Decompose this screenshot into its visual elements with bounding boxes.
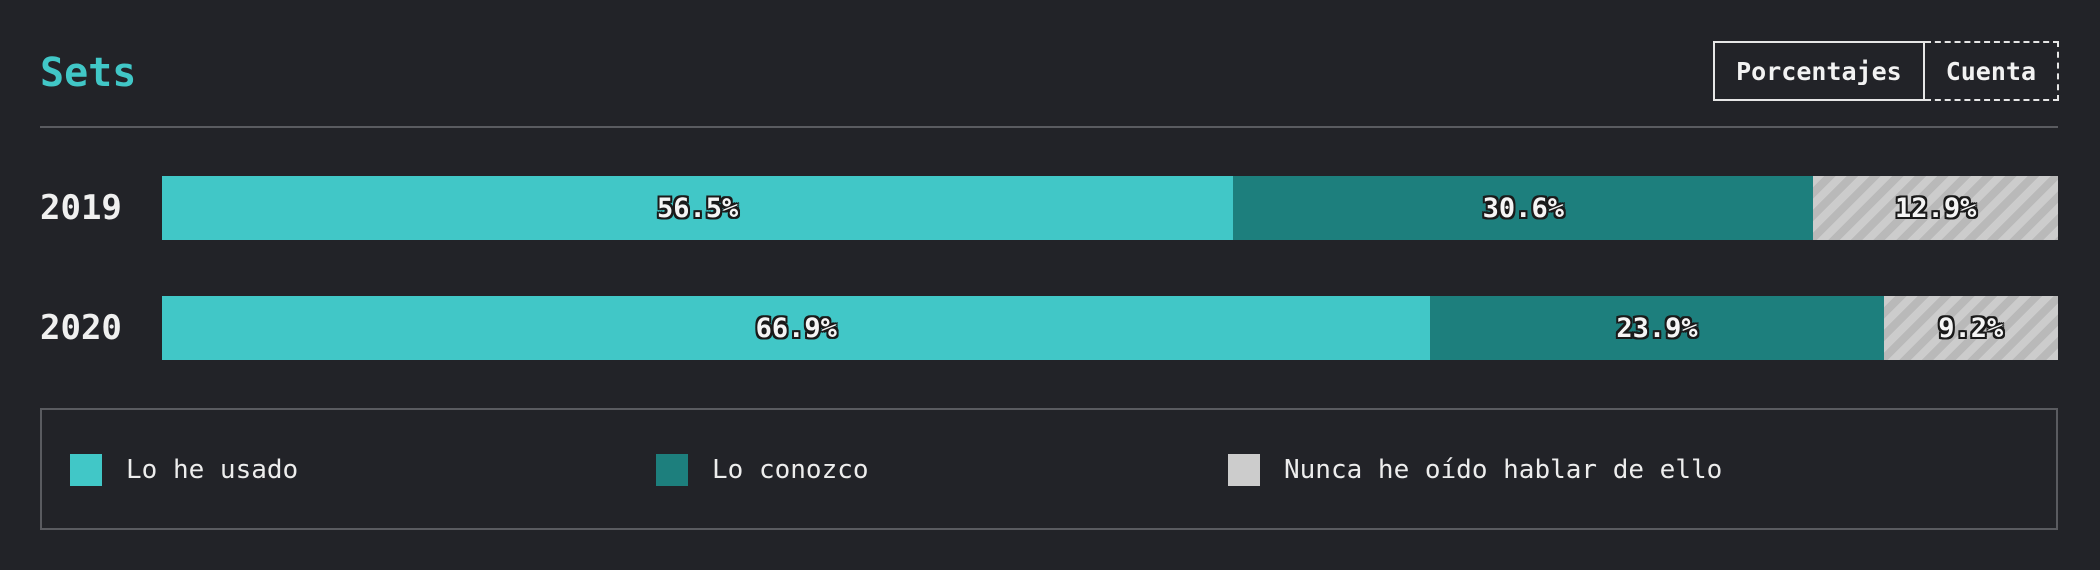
legend-item-used[interactable]: Lo he usado <box>70 454 298 486</box>
legend: Lo he usado Lo conozco Nunca he oído hab… <box>40 408 2058 530</box>
percentages-button[interactable]: Porcentajes <box>1713 41 1925 101</box>
view-toggle: Porcentajes Cuenta <box>1713 41 2059 101</box>
legend-swatch-known <box>656 454 688 486</box>
legend-swatch-never <box>1228 454 1260 486</box>
chart-title: Sets <box>40 50 137 96</box>
bar-segment-never-2020[interactable]: 9.2% <box>1883 296 2058 360</box>
bar-segment-known-2019[interactable]: 30.6% <box>1233 176 1814 240</box>
bar-2019: 56.5% 30.6% 12.9% <box>162 176 2058 240</box>
legend-swatch-used <box>70 454 102 486</box>
legend-label-never: Nunca he oído hablar de ello <box>1284 455 1723 485</box>
row-label-2019: 2019 <box>40 188 122 228</box>
legend-item-never[interactable]: Nunca he oído hablar de ello <box>1228 454 1722 486</box>
bar-segment-used-2020[interactable]: 66.9% <box>162 296 1431 360</box>
bar-segment-label: 23.9% <box>1616 312 1698 344</box>
legend-label-used: Lo he usado <box>126 455 299 485</box>
bar-segment-never-2019[interactable]: 12.9% <box>1813 176 2058 240</box>
bar-2020: 66.9% 23.9% 9.2% <box>162 296 2058 360</box>
header-divider <box>40 126 2058 128</box>
bar-segment-known-2020[interactable]: 23.9% <box>1430 296 1884 360</box>
count-button[interactable]: Cuenta <box>1924 41 2059 101</box>
bar-segment-label: 30.6% <box>1482 192 1564 224</box>
row-label-2020: 2020 <box>40 308 122 348</box>
legend-label-known: Lo conozco <box>712 455 869 485</box>
bar-segment-label: 66.9% <box>755 312 837 344</box>
bar-segment-used-2019[interactable]: 56.5% <box>162 176 1234 240</box>
bar-segment-label: 56.5% <box>656 192 739 224</box>
bar-segment-label: 9.2% <box>1938 312 2004 344</box>
bar-segment-label: 12.9% <box>1895 192 1977 224</box>
legend-item-known[interactable]: Lo conozco <box>656 454 869 486</box>
